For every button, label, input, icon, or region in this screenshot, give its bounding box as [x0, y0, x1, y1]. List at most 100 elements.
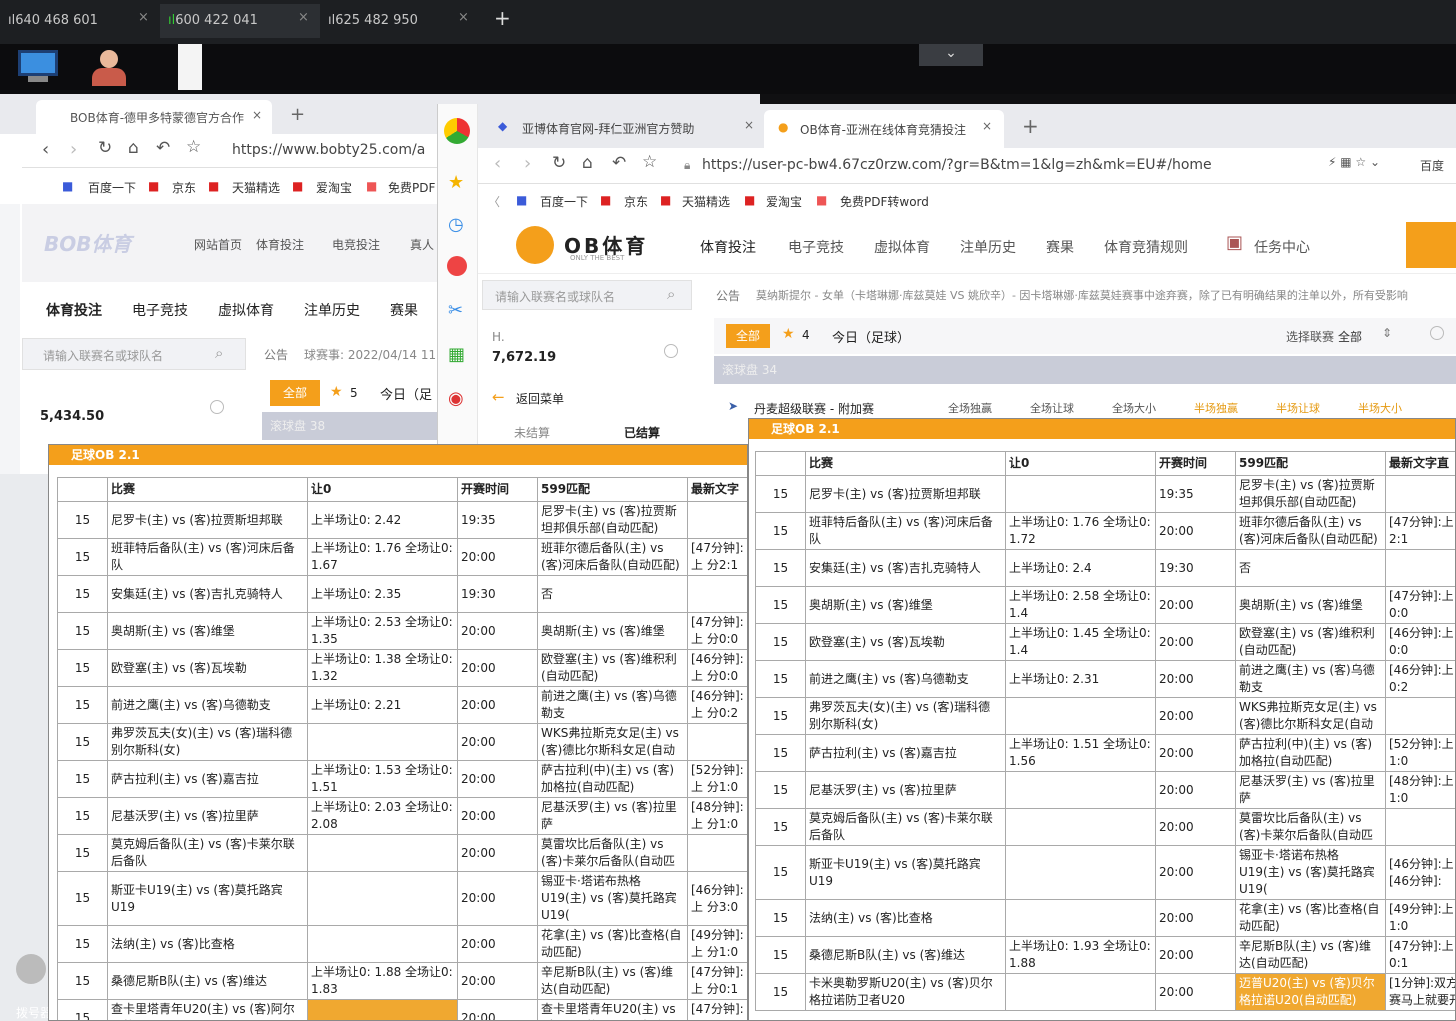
- forward-icon[interactable]: ›: [70, 139, 77, 160]
- star-icon[interactable]: ☆: [642, 152, 657, 172]
- table-row[interactable]: 15 斯亚卡U19(主) vs (客)莫托路宾U19 20:00 锡亚卡·塔诺布热格 …: [755, 845, 1455, 900]
- bookmark-jd[interactable]: 京东: [172, 179, 196, 196]
- nav-sports[interactable]: 体育投注: [256, 236, 304, 253]
- subnav-results[interactable]: 赛果: [390, 300, 418, 320]
- nav-tasks[interactable]: 任务中心: [1254, 237, 1310, 257]
- computer-icon[interactable]: [18, 50, 64, 86]
- nav-esports[interactable]: 电竞投注: [332, 236, 380, 253]
- tab-unsettled[interactable]: 未结算: [514, 424, 550, 441]
- bookmark-taobao[interactable]: 爱淘宝: [316, 179, 352, 196]
- table-row[interactable]: 15 班菲特后备队(主) vs (客)河床后备队 上半场让0: 1.76 全场让0:…: [755, 512, 1455, 550]
- nav-live[interactable]: 真人: [410, 236, 434, 253]
- chevron-down-icon[interactable]: ⌄: [919, 44, 983, 66]
- table-row[interactable]: 15查卡里塔青年U20(主) vs (客)阿尔马格罗U20 20:00查卡里塔青年…: [57, 999, 747, 1020]
- table-row[interactable]: 15 尼罗卡(主) vs (客)拉贾斯坦邦联 19:35 尼罗卡(主) vs (客)拉…: [755, 475, 1455, 513]
- bookmark-taobao[interactable]: 爱淘宝: [766, 193, 802, 210]
- search-icon[interactable]: ⌕: [215, 344, 223, 362]
- nav-rules[interactable]: 体育竞猜规则: [1104, 237, 1188, 257]
- select-all[interactable]: 全部: [1338, 328, 1362, 345]
- url-field[interactable]: https://user-pc-bw4.67cz0rzw.com/?gr=B&t…: [702, 157, 1262, 173]
- table-row[interactable]: 15 莫克姆后备队(主) vs (客)卡莱尔联后备队 20:00 莫雷坎比后备队(主)…: [57, 834, 747, 872]
- back-icon[interactable]: ‹: [42, 139, 49, 160]
- star-icon[interactable]: ★: [782, 326, 795, 342]
- new-tab-icon[interactable]: +: [290, 104, 305, 125]
- col-time[interactable]: 开赛时间: [1155, 451, 1236, 476]
- url-field[interactable]: https://www.bobty25.com/a: [232, 142, 425, 158]
- tab-settled[interactable]: 已结算: [624, 424, 660, 441]
- sort-icon[interactable]: ⇕: [1382, 326, 1392, 340]
- search-icon[interactable]: ⌕: [667, 285, 675, 303]
- bookmark-baidu[interactable]: 百度一下: [88, 179, 136, 196]
- chevron-left-icon[interactable]: 〈: [488, 193, 500, 210]
- select-league[interactable]: 选择联赛: [1286, 328, 1334, 345]
- scissors-icon[interactable]: ✂: [448, 300, 463, 321]
- table-row[interactable]: 15 前进之鹰(主) vs (客)乌德勒支 上半场让0: 2.31 20:00 前进之鹰…: [755, 660, 1455, 698]
- table-row[interactable]: 15 奥胡斯(主) vs (客)维堡 上半场让0: 2.53 全场让0: 1.35 2…: [57, 612, 747, 650]
- subnav-virtual[interactable]: 虚拟体育: [218, 300, 274, 320]
- col-match[interactable]: 比赛: [107, 477, 308, 502]
- nav-home[interactable]: 网站首页: [194, 236, 242, 253]
- filter-today[interactable]: 今日（足球）: [832, 327, 910, 346]
- promo-banner[interactable]: [1406, 222, 1456, 268]
- new-tab-icon[interactable]: +: [1022, 114, 1039, 138]
- table-row[interactable]: 15 欧登塞(主) vs (客)瓦埃勒 上半场让0: 1.45 全场让0: 1.4 2…: [755, 623, 1455, 661]
- clock-icon[interactable]: ◷: [448, 214, 464, 235]
- table-row[interactable]: 15 斯亚卡U19(主) vs (客)莫托路宾U19 20:00 锡亚卡·塔诺布热格 …: [57, 871, 747, 926]
- table-row[interactable]: 15 尼基沃罗(主) vs (客)拉里萨 上半场让0: 2.03 全场让0: 2.0…: [57, 797, 747, 835]
- search-input[interactable]: 请输入联赛名或球队名 ⌕: [482, 280, 692, 310]
- nav-sports[interactable]: 体育投注: [700, 237, 756, 257]
- col-match[interactable]: 比赛: [805, 451, 1006, 476]
- tab-yabo[interactable]: 亚博体育官网-拜仁亚洲官方赞助: [522, 120, 732, 137]
- table-row[interactable]: 15 奥胡斯(主) vs (客)维堡 上半场让0: 2.58 全场让0: 1.4 20…: [755, 586, 1455, 624]
- back-icon[interactable]: ‹: [494, 153, 501, 174]
- league-name[interactable]: 丹麦超级联赛 - 附加赛: [754, 400, 874, 417]
- col-latest[interactable]: 最新文字: [687, 477, 747, 502]
- table-row[interactable]: 15 班菲特后备队(主) vs (客)河床后备队 上半场让0: 1.76 全场让0:…: [57, 538, 747, 576]
- refresh-icon[interactable]: [1430, 326, 1444, 340]
- add-tab-button[interactable]: +: [494, 6, 511, 30]
- back-arrow-icon[interactable]: ←: [492, 388, 505, 406]
- table-row[interactable]: 15 法纳(主) vs (客)比查格 20:00 花拿(主) vs (客)比查格(自动…: [57, 925, 747, 963]
- table-row[interactable]: 15 桑德尼斯B队(主) vs (客)维达 上半场让0: 1.93 全场让0: 1.…: [755, 936, 1455, 974]
- undo-icon[interactable]: ↶: [612, 153, 626, 173]
- table-row[interactable]: 15 莫克姆后备队(主) vs (客)卡莱尔联后备队 20:00 莫雷坎比后备队(主)…: [755, 808, 1455, 846]
- bookmark-tmall[interactable]: 天猫精选: [232, 179, 280, 196]
- close-icon[interactable]: ×: [982, 119, 992, 133]
- home-icon[interactable]: ⌂: [128, 138, 139, 158]
- close-icon[interactable]: ×: [138, 10, 149, 25]
- filter-all[interactable]: 全部: [726, 324, 770, 348]
- bookmark-tmall[interactable]: 天猫精选: [682, 193, 730, 210]
- user-icon[interactable]: [92, 50, 136, 90]
- nav-results[interactable]: 赛果: [1046, 237, 1074, 257]
- table-row[interactable]: 15 尼基沃罗(主) vs (客)拉里萨 20:00 尼基沃罗(主) vs (客)拉里…: [755, 771, 1455, 809]
- nav-virtual[interactable]: 虚拟体育: [874, 237, 930, 257]
- filter-today[interactable]: 今日（足: [380, 384, 440, 403]
- reload-icon[interactable]: ↻: [98, 138, 112, 158]
- bookmark-pdf[interactable]: 免费PDF转word: [840, 193, 929, 210]
- col-match599[interactable]: 599匹配: [1235, 451, 1386, 476]
- subnav-sports[interactable]: 体育投注: [46, 300, 102, 320]
- live-bar[interactable]: 滚球盘 34: [714, 356, 1456, 384]
- table-row[interactable]: 15 卡米奥勒罗斯U20(主) vs (客)贝尔格拉诺防卫者U20 20:00 迈普U…: [755, 973, 1455, 1011]
- bookmark-baidu[interactable]: 百度一下: [540, 193, 588, 210]
- reload-icon[interactable]: ↻: [552, 153, 566, 173]
- bookmark-pdf[interactable]: 免费PDF: [388, 179, 435, 196]
- star-icon[interactable]: ★: [330, 384, 343, 400]
- tab-3[interactable]: ıl625 482 950: [328, 10, 418, 32]
- pdf-icon[interactable]: [447, 256, 467, 276]
- subnav-esports[interactable]: 电子竞技: [132, 300, 188, 320]
- live-bar[interactable]: 滚球盘 38: [262, 412, 440, 440]
- bookmark-jd[interactable]: 京东: [624, 193, 648, 210]
- chrome-icon[interactable]: [444, 118, 470, 144]
- table-row[interactable]: 15 安集廷(主) vs (客)吉扎克骑特人 上半场让0: 2.35 19:30 否: [57, 575, 747, 613]
- filter-all[interactable]: 全部: [270, 380, 320, 406]
- table-row[interactable]: 15 法纳(主) vs (客)比查格 20:00 花拿(主) vs (客)比查格(自动…: [755, 899, 1455, 937]
- forward-icon[interactable]: ›: [524, 153, 531, 174]
- close-icon[interactable]: ×: [298, 10, 309, 25]
- extensions-icon[interactable]: ⚡ ▦ ☆ ⌄: [1328, 155, 1380, 169]
- star-icon[interactable]: ☆: [186, 137, 201, 157]
- col-handicap[interactable]: 让0: [1005, 451, 1156, 476]
- dialer-icon[interactable]: [12, 950, 48, 1000]
- col-handicap[interactable]: 让0: [307, 477, 458, 502]
- ob-logo-icon[interactable]: [516, 226, 554, 264]
